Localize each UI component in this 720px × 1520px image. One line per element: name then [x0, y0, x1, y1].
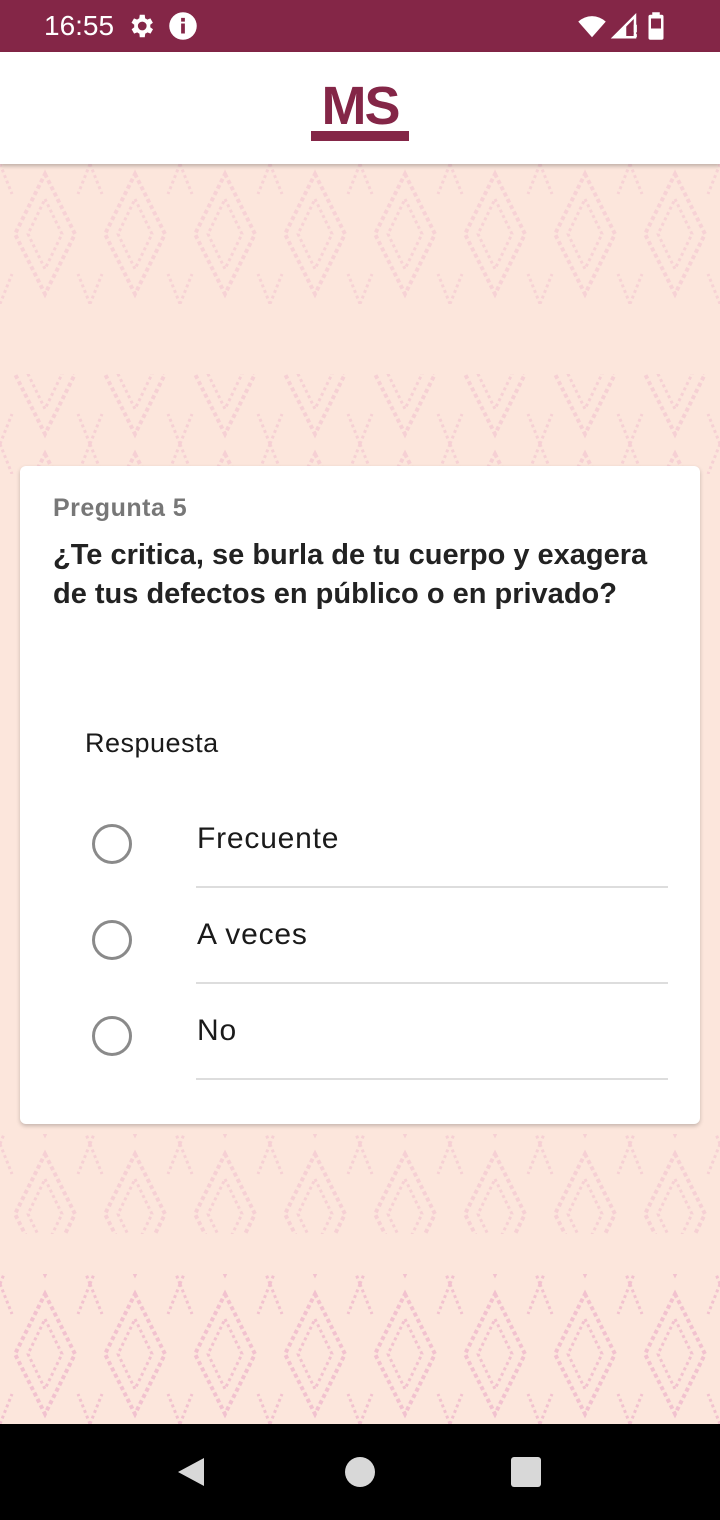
svg-text:MS: MS [322, 76, 399, 136]
battery-icon [648, 12, 664, 40]
status-bar: 16:55 [0, 0, 720, 52]
signal-icon [610, 12, 637, 39]
question-card: Pregunta 5 ¿Te critica, se burla de tu c… [20, 466, 700, 1124]
navigation-bar [0, 1424, 720, 1520]
option-label: No [197, 1014, 237, 1047]
info-icon [169, 12, 197, 40]
app-header: MS [0, 52, 720, 164]
gear-icon [131, 14, 153, 38]
radio-button[interactable] [92, 1016, 132, 1056]
question-number: Pregunta 5 [53, 494, 188, 522]
wifi-icon [578, 16, 606, 38]
question-text: ¿Te critica, se burla de tu cuerpo y exa… [53, 539, 648, 610]
divider [196, 1078, 668, 1080]
radio-button[interactable] [92, 920, 132, 960]
answer-label: Respuesta [85, 728, 219, 758]
home-icon[interactable] [340, 1452, 380, 1492]
back-icon[interactable] [172, 1452, 212, 1492]
option-frecuente[interactable]: Frecuente [20, 792, 700, 888]
recents-icon[interactable] [506, 1452, 546, 1492]
option-label: A veces [197, 918, 308, 951]
option-no[interactable]: No [20, 984, 700, 1080]
status-time: 16:55 [44, 10, 115, 41]
option-label: Frecuente [197, 822, 340, 855]
option-a-veces[interactable]: A veces [20, 888, 700, 984]
radio-button[interactable] [92, 824, 132, 864]
ms-logo: MS [311, 76, 409, 141]
